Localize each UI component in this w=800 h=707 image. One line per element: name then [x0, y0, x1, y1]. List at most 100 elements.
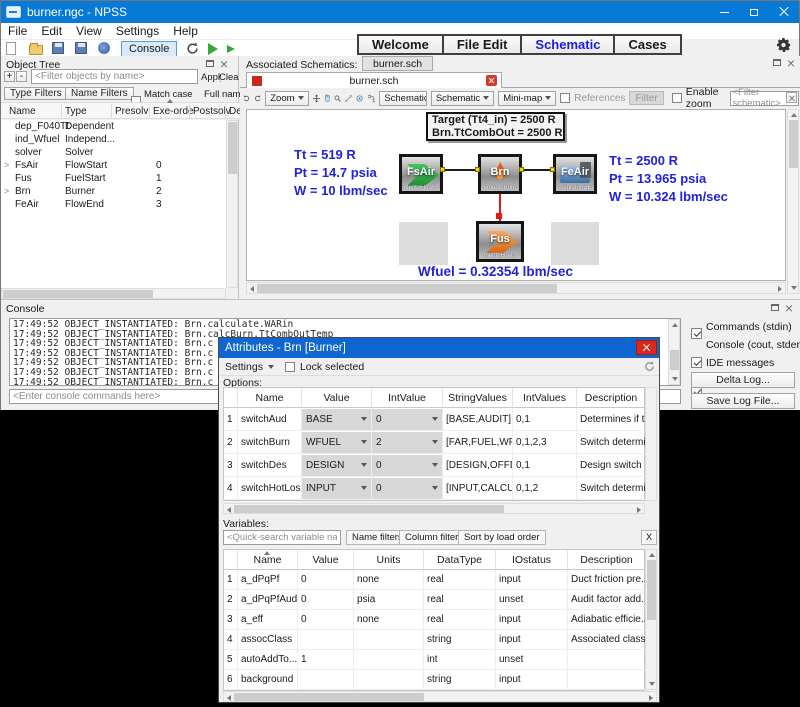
- console-toggle-button[interactable]: Console: [121, 41, 177, 57]
- new-file-icon[interactable]: [6, 42, 20, 55]
- var-col-datatype[interactable]: DataType: [424, 550, 496, 570]
- save-icon[interactable]: [52, 42, 66, 55]
- apply-filter-button[interactable]: Apply: [201, 72, 221, 83]
- rotate-right-icon[interactable]: [254, 93, 261, 104]
- connector-tool-icon[interactable]: [345, 93, 352, 104]
- assoc-schematic-tab[interactable]: burner.sch: [362, 56, 433, 71]
- run-step-icon[interactable]: [227, 45, 235, 53]
- var-col-value[interactable]: Value: [298, 550, 354, 570]
- option-intvalue-dropdown[interactable]: 0: [372, 408, 443, 431]
- rotate-left-icon[interactable]: [243, 93, 250, 104]
- open-folder-icon[interactable]: [29, 42, 43, 55]
- variable-value[interactable]: 0: [298, 610, 354, 630]
- save-schematic-icon[interactable]: [252, 76, 262, 86]
- run-icon[interactable]: [208, 43, 218, 55]
- col-presolve[interactable]: Presolv: [115, 106, 148, 117]
- clear-schematic-filter-button[interactable]: [786, 92, 797, 103]
- variable-value[interactable]: 0: [298, 570, 354, 590]
- settings-menu[interactable]: Settings: [225, 361, 263, 373]
- tree-row-feair[interactable]: FeAirFlowEnd3: [1, 199, 226, 212]
- float-panel-icon[interactable]: [771, 304, 779, 311]
- console-cout-checkbox[interactable]: [691, 357, 702, 368]
- variable-value[interactable]: [298, 670, 354, 690]
- type-filters-button[interactable]: Type Filters: [4, 87, 68, 100]
- maximize-button[interactable]: [739, 1, 769, 23]
- enable-zoom-checkbox[interactable]: [672, 93, 682, 103]
- variable-value[interactable]: 0: [298, 590, 354, 610]
- option-value-dropdown[interactable]: INPUT: [302, 477, 372, 500]
- tree-vertical-scrollbar[interactable]: [226, 120, 238, 288]
- opt-col-intvalues[interactable]: IntValues: [513, 388, 577, 408]
- canvas-vertical-scrollbar[interactable]: [787, 109, 799, 294]
- schematic-doc-tab[interactable]: burner.sch: [246, 72, 502, 88]
- collapse-all-button[interactable]: -: [16, 71, 27, 82]
- save-as-icon[interactable]: [75, 42, 89, 55]
- option-intvalue-dropdown[interactable]: 0: [372, 477, 443, 500]
- tree-row-brn[interactable]: > BrnBurner2: [1, 186, 226, 199]
- var-col-iostatus[interactable]: IOstatus: [496, 550, 568, 570]
- col-type[interactable]: Type: [65, 106, 87, 117]
- model-icon[interactable]: [98, 42, 112, 55]
- menu-help[interactable]: Help: [166, 24, 205, 38]
- expand-all-button[interactable]: +: [4, 71, 15, 82]
- var-col-units[interactable]: Units: [354, 550, 424, 570]
- tree-row-ind[interactable]: ind_WfuelIndepend...: [1, 134, 226, 147]
- option-value-dropdown[interactable]: DESIGN: [302, 454, 372, 477]
- option-intvalue-dropdown[interactable]: 0: [372, 454, 443, 477]
- object-filter-input[interactable]: [31, 69, 198, 84]
- var-col-name[interactable]: Name: [238, 550, 298, 570]
- tree-row-solver[interactable]: solverSolver: [1, 147, 226, 160]
- variable-value[interactable]: [298, 630, 354, 650]
- name-filters-button[interactable]: Name Filters: [65, 87, 134, 100]
- close-panel-icon[interactable]: [221, 61, 227, 67]
- block-brn[interactable]: Brn ement::Burn: [478, 154, 522, 194]
- variables-horizontal-scrollbar[interactable]: [223, 691, 657, 702]
- variables-vertical-scrollbar[interactable]: [645, 549, 657, 690]
- hand-tool-icon[interactable]: [324, 92, 330, 104]
- var-col-description[interactable]: Description: [568, 550, 646, 570]
- tree-row-fsair[interactable]: > FsAirFlowStart0: [1, 160, 226, 173]
- dialog-refresh-icon[interactable]: [644, 361, 655, 372]
- dialog-close-button[interactable]: [636, 340, 657, 355]
- block-fus[interactable]: Fus ment::FuelS: [476, 221, 524, 262]
- variable-search-input[interactable]: [223, 530, 341, 545]
- references-checkbox[interactable]: [560, 93, 570, 103]
- canvas-horizontal-scrollbar[interactable]: [246, 282, 786, 294]
- tree-row-dep[interactable]: dep_F040TtDependent: [1, 121, 226, 134]
- tab-schematic[interactable]: Schematic: [520, 34, 615, 55]
- options-vertical-scrollbar[interactable]: [645, 387, 657, 501]
- tab-cases[interactable]: Cases: [613, 34, 681, 55]
- options-horizontal-scrollbar[interactable]: [223, 503, 645, 514]
- option-value-dropdown[interactable]: BASE: [302, 408, 372, 431]
- zoom-select[interactable]: Zoom: [265, 91, 308, 106]
- center-view-icon[interactable]: [356, 93, 363, 104]
- tree-row-fus[interactable]: FusFuelStart1: [1, 173, 226, 186]
- option-value-dropdown[interactable]: WFUEL: [302, 431, 372, 454]
- opt-col-stringvalues[interactable]: StringValues: [443, 388, 513, 408]
- block-feair[interactable]: FeAir ment::FlowE: [553, 154, 597, 194]
- variable-value[interactable]: 1: [298, 650, 354, 670]
- schematic-mode-select[interactable]: Schematic: [431, 91, 494, 106]
- opt-col-name[interactable]: Name: [238, 388, 302, 408]
- close-variables-button[interactable]: X: [641, 530, 657, 545]
- refresh-icon[interactable]: [186, 42, 199, 55]
- target-annotation-box[interactable]: Target (Tt4_in) = 2500 R Brn.TtCombOut =…: [426, 112, 565, 141]
- tree-horizontal-scrollbar[interactable]: [1, 288, 226, 299]
- block-fsair[interactable]: FsAir ment::FlowSt: [399, 154, 443, 194]
- menu-edit[interactable]: Edit: [34, 24, 69, 38]
- console-vertical-scrollbar[interactable]: [668, 319, 680, 385]
- close-panel-icon[interactable]: [788, 60, 794, 66]
- expand-icon[interactable]: >: [4, 160, 9, 170]
- opt-col-value[interactable]: Value: [302, 388, 372, 408]
- schematic-links-icon[interactable]: [368, 93, 376, 104]
- float-panel-icon[interactable]: [206, 60, 214, 67]
- minimize-button[interactable]: [709, 1, 739, 23]
- menu-view[interactable]: View: [69, 24, 109, 38]
- gear-icon[interactable]: [777, 38, 791, 52]
- delta-log-button[interactable]: Delta Log...: [691, 372, 795, 388]
- opt-col-description[interactable]: Description: [577, 388, 646, 408]
- tab-welcome[interactable]: Welcome: [357, 34, 444, 55]
- expand-icon[interactable]: >: [4, 186, 9, 196]
- option-intvalue-dropdown[interactable]: 2: [372, 431, 443, 454]
- settings-dropdown-icon[interactable]: [268, 365, 274, 369]
